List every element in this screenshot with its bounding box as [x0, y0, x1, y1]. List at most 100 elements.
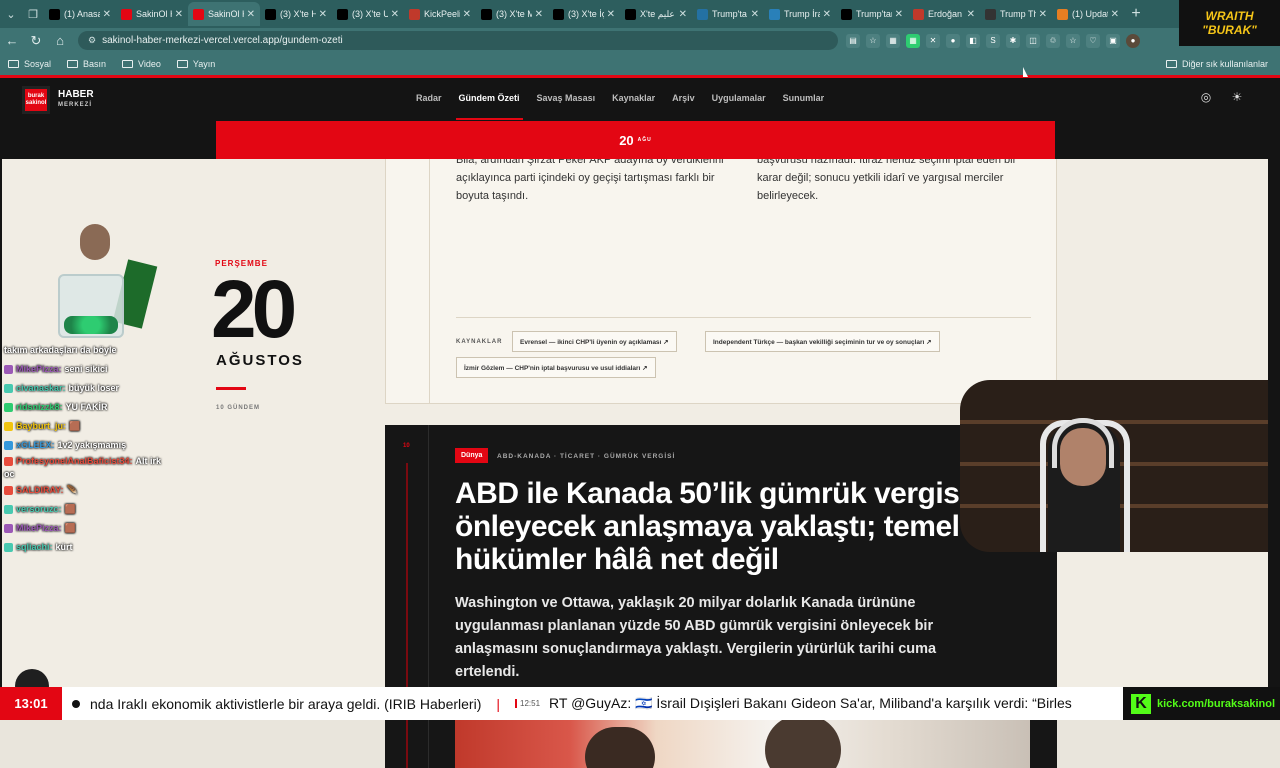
other-bookmarks[interactable]: Diğer sık kullanılanlar [1165, 59, 1268, 69]
close-tab-icon[interactable]: ✕ [679, 9, 687, 20]
browser-tab[interactable]: SakinOl H✕ [116, 2, 188, 26]
nav-uygulamalar[interactable]: Uygulamalar [712, 93, 766, 103]
browser-tab[interactable]: Trump Th ✕ [980, 2, 1052, 26]
browser-tab[interactable]: Trump İra ✕ [764, 2, 836, 26]
news-ticker: 13:01 nda Iraklı ekonomik aktivistlerle … [0, 687, 1280, 720]
browser-tab[interactable]: Erdoğan G✕ [908, 2, 980, 26]
main-nav: Radar Gündem Özeti Savaş Masası Kaynakla… [416, 93, 825, 120]
site-logo[interactable]: burak sakinol [22, 86, 50, 114]
browser-tab[interactable]: X'te عليم ✕ [620, 2, 692, 26]
date-strip: 20 AĞU [216, 121, 1055, 159]
performance-icon[interactable]: ♲ [1046, 33, 1060, 48]
bookmark-folder-sosyal[interactable]: Sosyal [8, 59, 51, 69]
overlay-beads [64, 316, 118, 334]
browser-tab[interactable]: (1) Anasa ✕ [44, 2, 116, 26]
source-link[interactable]: İzmir Gözlem — CHP'nin iptal başvurusu v… [456, 357, 656, 378]
bookmark-label: Diğer sık kullanılanlar [1181, 59, 1268, 69]
close-tab-icon[interactable]: ✕ [967, 9, 975, 20]
badge-icon [4, 457, 13, 467]
profile-avatar[interactable]: ● [1126, 33, 1140, 48]
close-tab-icon[interactable]: ✕ [535, 9, 543, 20]
tab-list-chevron-icon[interactable]: ⌄ [0, 4, 22, 24]
nav-sunumlar[interactable]: Sunumlar [783, 93, 825, 103]
browser-tab[interactable]: (3) X'te H ✕ [260, 2, 332, 26]
close-tab-icon[interactable]: ✕ [895, 9, 903, 20]
settings-icon[interactable]: ◎ [1197, 90, 1215, 108]
back-arrow-icon[interactable]: ← [0, 33, 24, 48]
browser-tab[interactable]: KickPeeli ✕ [404, 2, 476, 26]
browser-essentials-icon[interactable]: ♡ [1086, 33, 1100, 48]
extensions-puzzle-icon[interactable]: ✱ [1006, 33, 1020, 48]
close-tab-icon[interactable]: ✕ [391, 9, 399, 20]
kick-logo-icon: K [1131, 693, 1151, 714]
close-tab-icon[interactable]: ✕ [463, 9, 471, 20]
workspaces-icon[interactable]: ❐ [22, 4, 44, 24]
extension-icon[interactable]: ● [946, 33, 960, 48]
close-tab-icon[interactable]: ✕ [175, 9, 183, 20]
split-screen-icon[interactable]: ◫ [1026, 33, 1040, 48]
browser-tab[interactable]: (3) X'te M ✕ [476, 2, 548, 26]
browser-tab[interactable]: (1) Updat ✕ [1052, 2, 1124, 26]
brand-line: WRAITH [1205, 9, 1254, 23]
close-tab-icon[interactable]: ✕ [823, 9, 831, 20]
site-info-icon[interactable]: ⚙ [88, 35, 96, 46]
reload-icon[interactable]: ↻ [24, 33, 48, 49]
chat-message: SALDIRAY: 🪶 [4, 481, 169, 500]
folder-icon [8, 60, 19, 68]
close-tab-icon[interactable]: ✕ [103, 9, 111, 20]
nav-gundem-ozeti[interactable]: Gündem Özeti [455, 93, 523, 120]
source-link[interactable]: Evrensel — ikinci CHP'li üyenin oy açıkl… [512, 331, 677, 352]
sakinol-icon [193, 8, 204, 20]
nav-savas-masasi[interactable]: Savaş Masası [537, 93, 596, 103]
extension-icon[interactable]: ▦ [886, 33, 900, 48]
theme-toggle-icon[interactable]: ☀ [1228, 90, 1246, 108]
chat-text: YU FAKİR [65, 402, 108, 412]
nav-radar[interactable]: Radar [416, 93, 442, 103]
close-tab-icon[interactable]: ✕ [319, 9, 327, 20]
ticker-item: RT @GuyAz: 🇮🇱 İsrail Dışişleri Bakanı Gi… [549, 695, 1072, 711]
tab-label: Trump İra [784, 9, 820, 19]
sources-label: KAYNAKLAR [456, 339, 503, 345]
close-tab-icon[interactable]: ✕ [1111, 9, 1119, 20]
tab-label: Trump'tan [856, 9, 892, 19]
chat-username: MikePizza: [16, 364, 62, 374]
extension-icon[interactable]: ▦ [906, 33, 920, 48]
category-badge[interactable]: Dünya [455, 448, 489, 463]
browser-tab[interactable]: SakinOl H✕ [188, 2, 260, 26]
collections-icon[interactable]: ▣ [1106, 33, 1120, 48]
badge-icon [4, 543, 13, 553]
favorites-icon[interactable]: ☆ [1066, 33, 1080, 48]
bookmark-folder-basin[interactable]: Basın [67, 59, 106, 69]
nav-kaynaklar[interactable]: Kaynaklar [612, 93, 655, 103]
badge-icon [4, 486, 13, 496]
close-tab-icon[interactable]: ✕ [607, 9, 615, 20]
browser-tab[interactable]: (3) X'te U ✕ [332, 2, 404, 26]
extension-icon[interactable]: S [986, 33, 1000, 48]
extension-icon[interactable]: ◧ [966, 33, 980, 48]
browser-tab[interactable]: Trump'tan✕ [836, 2, 908, 26]
extension-icon[interactable]: ✕ [926, 33, 940, 48]
browser-tab[interactable]: Trump'ta ✕ [692, 2, 764, 26]
news-icon [697, 8, 708, 20]
url-field[interactable]: ⚙ sakinol-haber-merkezi-vercel.vercel.app… [78, 31, 838, 50]
bookmark-folder-yayin[interactable]: Yayın [176, 59, 215, 69]
bookmarks-bar: Sosyal Basın Video Yayın Diğer sık kulla… [0, 53, 1280, 75]
reader-mode-icon[interactable]: ▤ [846, 33, 860, 48]
favorite-star-icon[interactable]: ☆ [866, 33, 880, 48]
source-link[interactable]: Independent Türkçe — başkan vekilliği se… [705, 331, 940, 352]
story-tags: ABD-KANADA · TİCARET · GÜMRÜK VERGİSİ [497, 453, 676, 460]
tab-label: SakinOl H [208, 9, 244, 19]
bookmark-folder-video[interactable]: Video [122, 59, 161, 69]
close-tab-icon[interactable]: ✕ [1039, 9, 1047, 20]
new-tab-plus-icon[interactable]: + [1124, 5, 1148, 23]
browser-tab[interactable]: (3) X'te İç ✕ [548, 2, 620, 26]
close-tab-icon[interactable]: ✕ [751, 9, 759, 20]
clock: 13:01 [0, 687, 62, 720]
site-brand[interactable]: HABER MERKEZİ [58, 90, 94, 109]
home-icon[interactable]: ⌂ [48, 33, 72, 48]
folder-icon [176, 60, 188, 68]
story-paragraph: başvurusu hazırladı. İtiraz henüz seçimi… [757, 154, 1017, 202]
nav-arsiv[interactable]: Arşiv [672, 93, 695, 103]
folder-icon [122, 60, 134, 68]
close-tab-icon[interactable]: ✕ [247, 9, 255, 20]
